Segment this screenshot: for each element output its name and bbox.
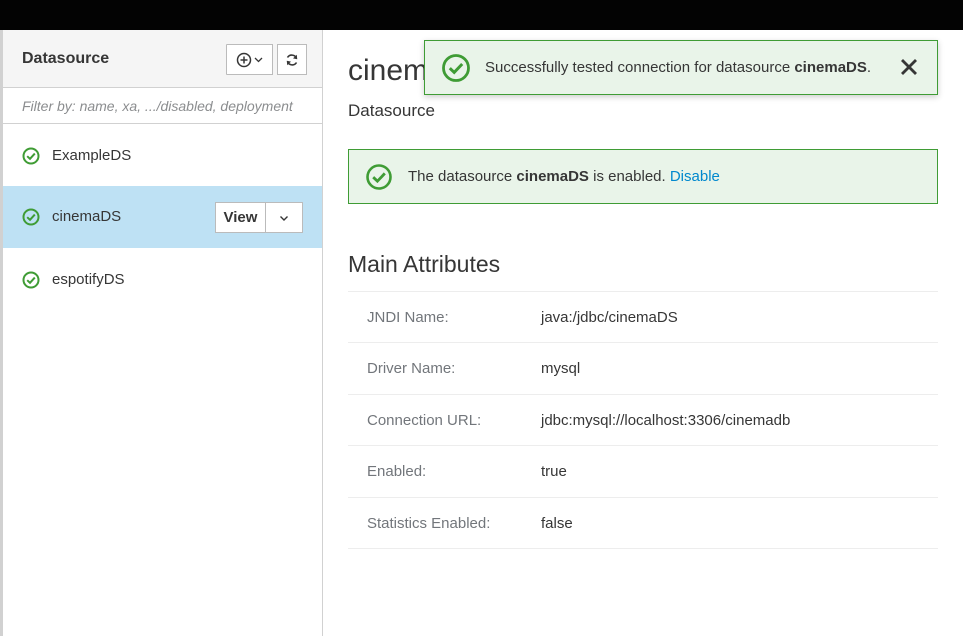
plus-circle-icon (236, 52, 252, 67)
filter-input[interactable] (3, 88, 322, 123)
view-button-group: View (215, 202, 303, 233)
close-icon (901, 59, 917, 75)
attribute-value: java:/jdbc/cinemaDS (541, 309, 678, 326)
datasource-label: cinemaDS (52, 208, 122, 225)
toast-prefix: Successfully tested connection for datas… (485, 59, 795, 76)
status-alert-prefix: The datasource (408, 168, 517, 185)
attribute-row-driver-name: Driver Name: mysql (348, 343, 938, 395)
disable-link[interactable]: Disable (670, 168, 720, 185)
toast-datasource-name: cinemaDS (794, 59, 867, 76)
attribute-row-enabled: Enabled: true (348, 446, 938, 498)
filter-container (3, 88, 322, 124)
sidebar-title: Datasource (22, 50, 110, 67)
attribute-value: true (541, 463, 567, 481)
add-datasource-button[interactable] (226, 44, 273, 75)
page-subtitle: Datasource (348, 101, 435, 120)
check-circle-icon (22, 208, 40, 226)
attribute-row-statistics-enabled: Statistics Enabled: false (348, 498, 938, 549)
success-toast: Successfully tested connection for datas… (424, 40, 938, 95)
attribute-row-connection-url: Connection URL: jdbc:mysql://localhost:3… (348, 395, 938, 447)
attributes-table: JNDI Name: java:/jdbc/cinemaDS Driver Na… (348, 291, 938, 549)
datasource-sidebar: Datasource Filter by: name, xa, .../disa… (0, 30, 323, 636)
attribute-value: jdbc:mysql://localhost:3306/cinemadb (541, 411, 791, 429)
refresh-button[interactable] (277, 44, 307, 75)
sidebar-toolbar (226, 44, 307, 75)
sidebar-header: Datasource (3, 30, 322, 88)
toast-suffix: . (866, 59, 872, 76)
main-content: cinemaDS Datasource The datasource cinem… (324, 30, 963, 636)
attribute-key: Driver Name: (367, 360, 456, 378)
chevron-down-icon (254, 57, 263, 63)
check-circle-icon (366, 164, 392, 190)
status-alert-datasource-name: cinemaDS (516, 168, 589, 185)
attribute-key: Statistics Enabled: (367, 514, 491, 532)
datasource-label: ExampleDS (52, 147, 132, 164)
attribute-key: Enabled: (367, 463, 427, 481)
check-circle-icon (22, 147, 40, 165)
view-dropdown-toggle[interactable] (266, 202, 303, 233)
toast-close-button[interactable] (897, 55, 921, 79)
status-alert-message: The datasource cinemaDS is enabled. Disa… (408, 168, 720, 185)
attribute-value: false (541, 514, 573, 532)
check-circle-icon (442, 54, 470, 82)
toast-message: Successfully tested connection for datas… (485, 59, 871, 76)
attribute-value: mysql (541, 360, 581, 378)
datasource-item-espotifyds[interactable]: espotifyDS (3, 249, 322, 311)
check-circle-icon (22, 271, 40, 289)
status-alert-suffix: is enabled. (588, 168, 670, 185)
datasource-item-exampleds[interactable]: ExampleDS (3, 125, 322, 187)
top-navbar (0, 0, 963, 30)
datasource-label: espotifyDS (52, 271, 125, 288)
datasource-item-cinemads[interactable]: cinemaDS View (3, 186, 322, 248)
status-alert: The datasource cinemaDS is enabled. Disa… (348, 149, 938, 204)
chevron-down-icon (280, 215, 288, 221)
attribute-key: Connection URL: (367, 411, 482, 429)
view-button[interactable]: View (215, 202, 266, 233)
refresh-icon (286, 53, 298, 66)
attribute-row-jndi-name: JNDI Name: java:/jdbc/cinemaDS (348, 292, 938, 344)
attribute-key: JNDI Name: (367, 309, 449, 326)
section-title-main-attributes: Main Attributes (348, 251, 501, 277)
